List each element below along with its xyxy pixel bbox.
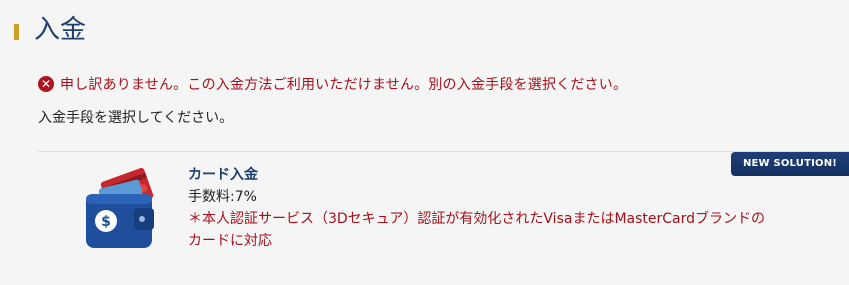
page-title: 入金 (34, 15, 87, 45)
error-alert: ✕ 申し訳ありません。この入金方法ご利用いただけません。別の入金手段を選択くださ… (38, 74, 627, 94)
payment-method-card[interactable]: カード入金 手数料:7% ＊本人認証サービス（3Dセキュア）認証が有効化されたV… (188, 164, 808, 252)
instruction-text: 入金手段を選択してください。 (38, 110, 234, 126)
method-fee: 手数料:7% (188, 189, 257, 205)
divider (38, 151, 849, 152)
method-note-line-1: ＊本人認証サービス（3Dセキュア）認証が有効化されたVisaまたはMasterC… (188, 211, 765, 227)
method-name[interactable]: カード入金 (188, 164, 808, 186)
dollar-sign: $ (101, 214, 111, 230)
title-accent-bar (14, 24, 19, 40)
wallet-card-icon[interactable]: $ (82, 164, 158, 250)
error-x-icon: ✕ (38, 76, 54, 92)
wallet-top (86, 194, 152, 204)
method-note-line-2: カードに対応 (188, 233, 272, 249)
wallet-button (139, 216, 145, 222)
error-message: 申し訳ありません。この入金方法ご利用いただけません。別の入金手段を選択ください。 (60, 77, 628, 93)
